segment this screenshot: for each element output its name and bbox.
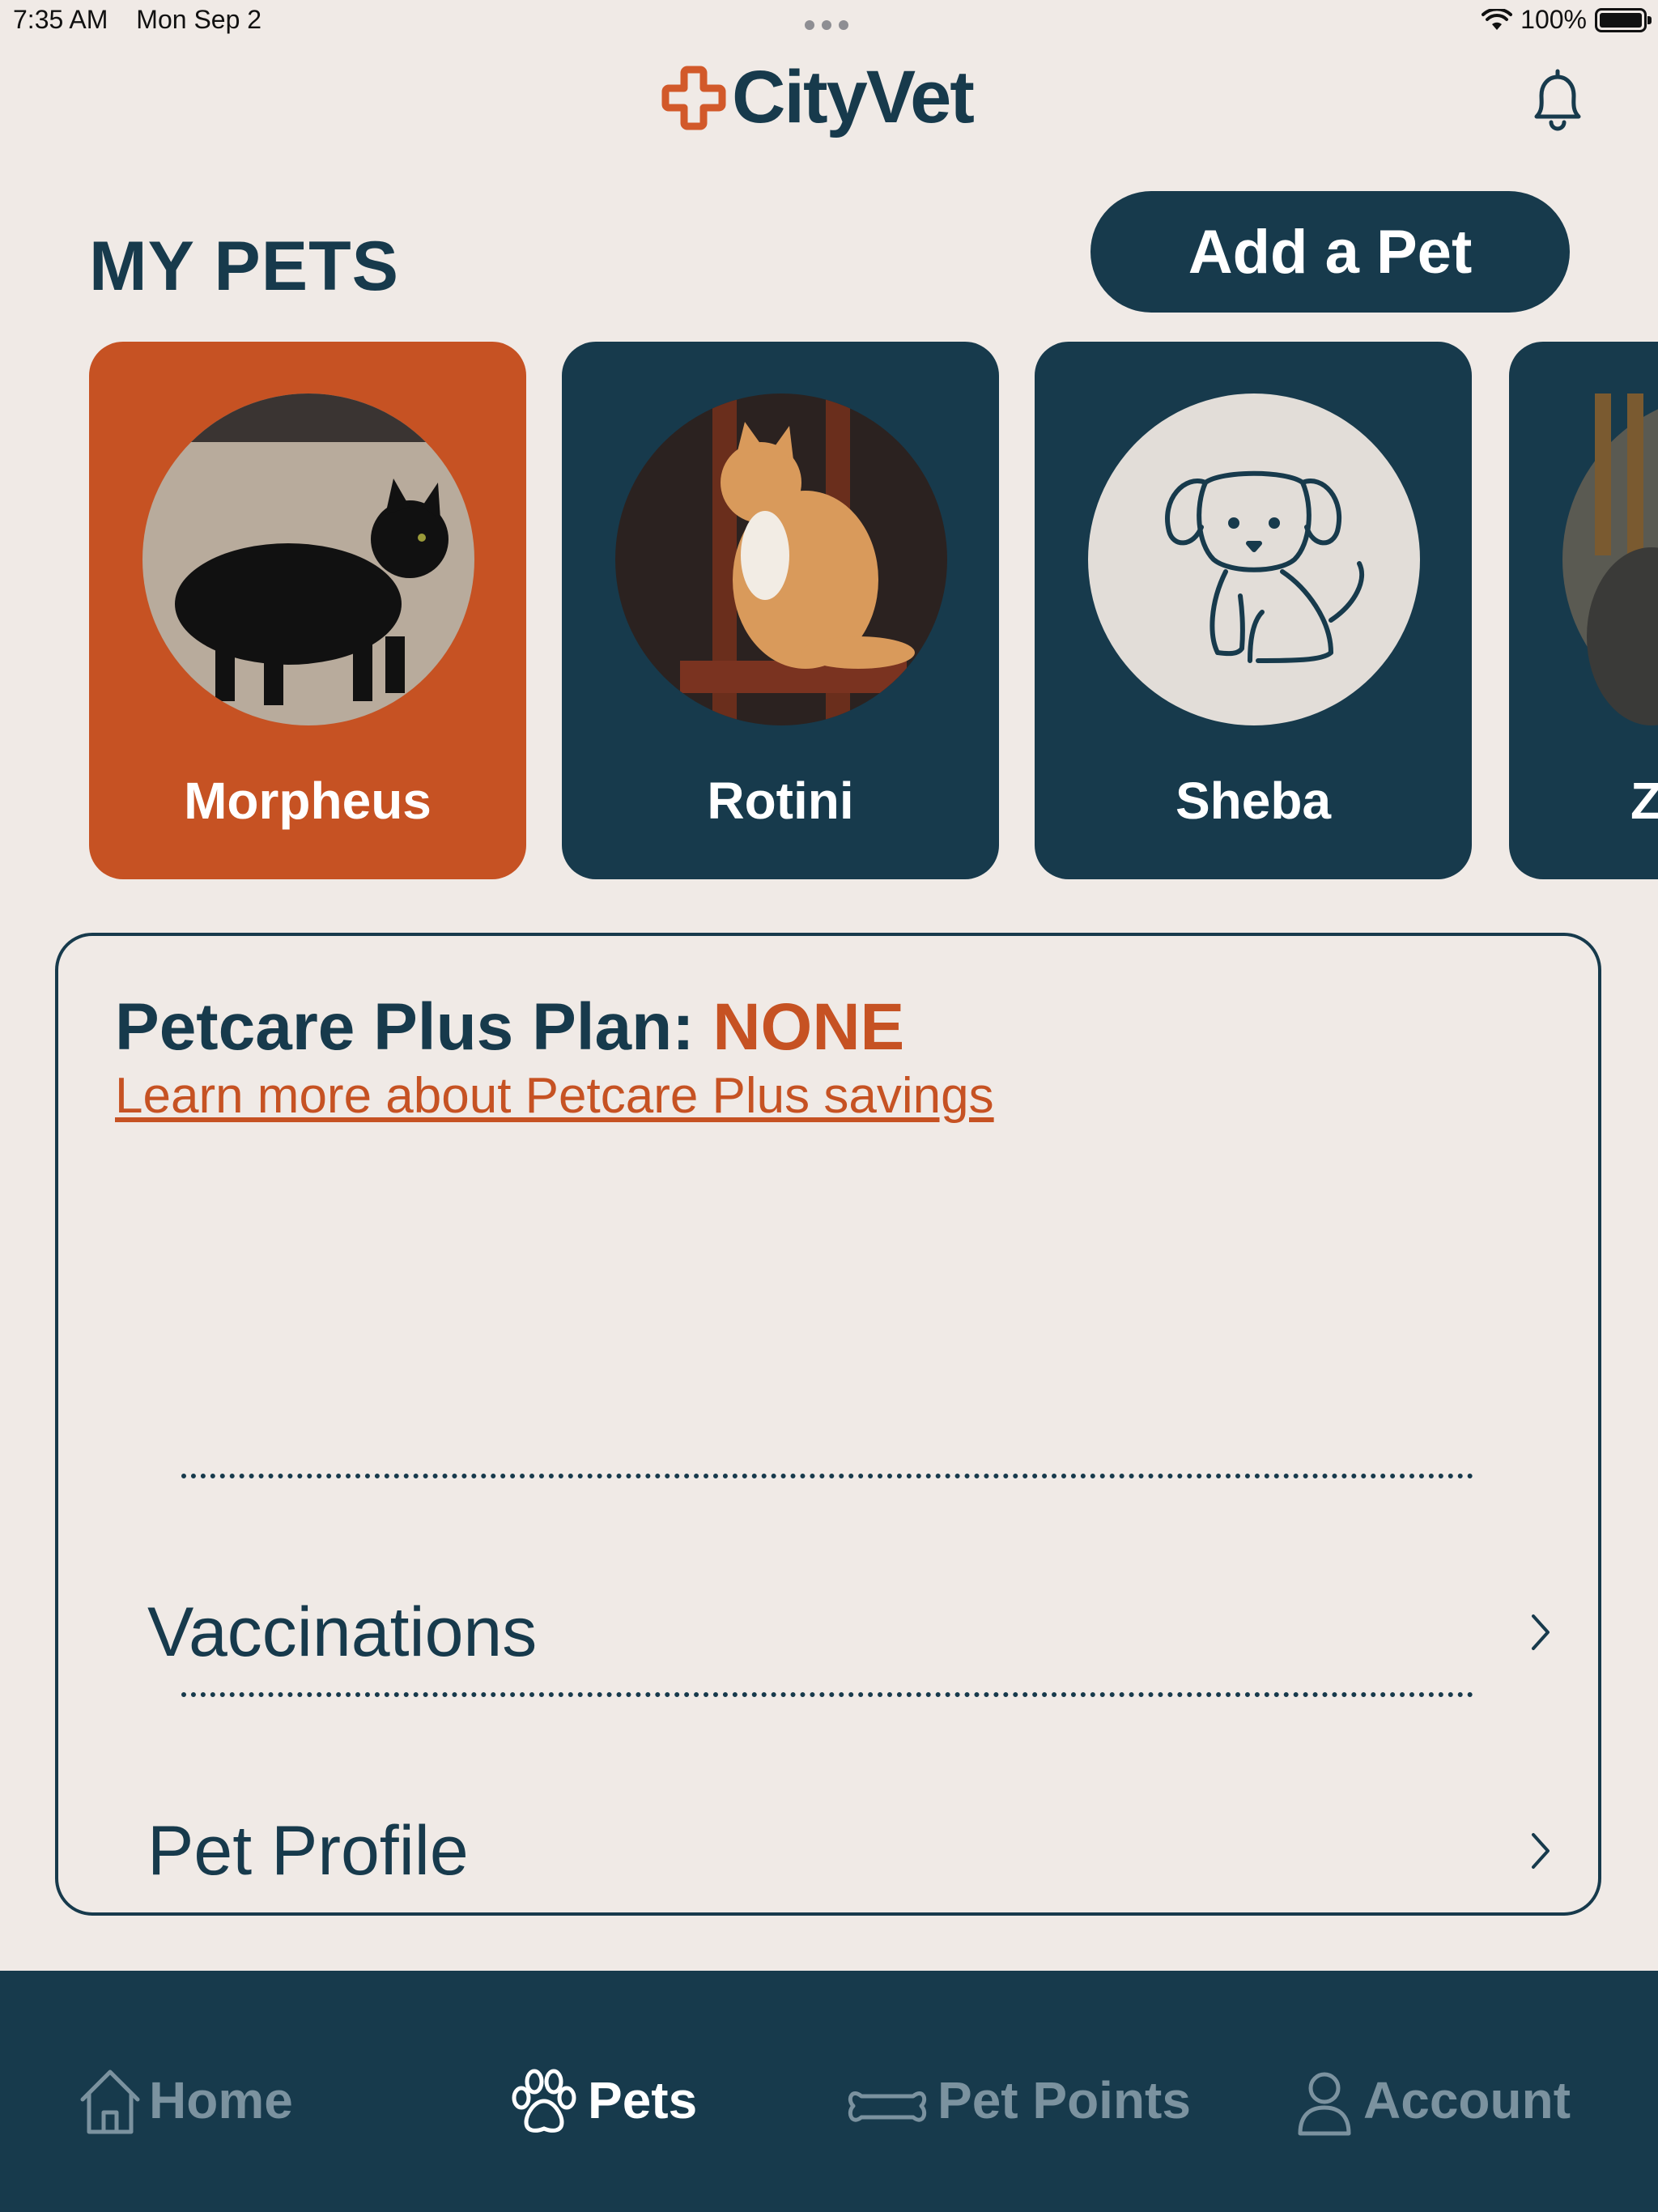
pet-card-sheba[interactable]: Sheba (1035, 342, 1472, 879)
tab-label: Pets (588, 2071, 698, 2129)
divider (181, 1692, 1473, 1697)
tab-label: Account (1363, 2071, 1571, 2129)
pet-card-rotini[interactable]: Rotini (562, 342, 999, 879)
pet-card-partial[interactable]: Z (1509, 342, 1658, 879)
pet-name: Sheba (1175, 772, 1332, 830)
learn-more-link[interactable]: Learn more about Petcare Plus savings (115, 1067, 994, 1125)
tab-pets[interactable]: Pets (507, 2052, 697, 2149)
pet-photo-gray-pet (1562, 393, 1658, 725)
pet-photo-black-cat (142, 393, 474, 725)
tab-bar: Home Pets Pet Points Account (0, 1971, 1658, 2212)
logo-text: CityVet (732, 56, 975, 138)
petcare-plan-card: Petcare Plus Plan: NONE Learn more about… (55, 933, 1601, 1916)
status-time: 7:35 AM (13, 5, 108, 34)
status-bar-right: 100% (1482, 5, 1652, 35)
dog-placeholder-icon (1088, 393, 1420, 725)
paw-icon (512, 2069, 576, 2133)
pet-name: Z (1630, 772, 1658, 830)
row-label: Pet Profile (147, 1811, 469, 1890)
multitasking-dots-icon[interactable] (805, 20, 848, 30)
tab-home[interactable]: Home (78, 2052, 293, 2149)
pet-name: Morpheus (184, 772, 432, 830)
battery-percent: 100% (1520, 5, 1587, 34)
wifi-icon (1482, 8, 1513, 30)
battery-icon (1595, 7, 1652, 32)
bell-icon[interactable] (1525, 65, 1590, 138)
pet-card-morpheus[interactable]: Morpheus (89, 342, 526, 879)
row-vaccinations[interactable]: Vaccinations (147, 1584, 1556, 1681)
pet-photo-orange-cat (615, 393, 947, 725)
row-label: Vaccinations (147, 1593, 538, 1671)
plan-value: NONE (712, 990, 905, 1064)
chevron-right-icon (1532, 1614, 1550, 1650)
tab-label: Home (149, 2071, 293, 2129)
tab-pet-points[interactable]: Pet Points (844, 2052, 1191, 2149)
status-bar-left: 7:35 AM Mon Sep 2 (13, 5, 283, 35)
bone-icon (848, 2091, 927, 2122)
cityvet-logo: CityVet (661, 55, 975, 140)
cross-logo-icon (661, 66, 726, 130)
status-date: Mon Sep 2 (136, 5, 262, 34)
plan-label: Petcare Plus Plan: (115, 990, 713, 1064)
chevron-right-icon (1532, 1833, 1550, 1869)
person-icon (1298, 2072, 1351, 2136)
row-pet-profile[interactable]: Pet Profile (147, 1802, 1556, 1899)
add-pet-button[interactable]: Add a Pet (1090, 191, 1570, 313)
tab-label: Pet Points (937, 2071, 1191, 2129)
plan-status: Petcare Plus Plan: NONE (115, 989, 904, 1066)
pet-name: Rotini (707, 772, 854, 830)
divider (181, 1474, 1473, 1478)
house-icon (80, 2069, 140, 2134)
section-title-my-pets: MY PETS (89, 228, 399, 305)
tab-account[interactable]: Account (1292, 2052, 1571, 2149)
